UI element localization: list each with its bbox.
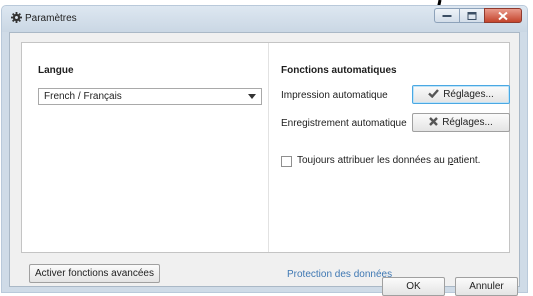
panel-divider: [268, 43, 269, 252]
title-bar[interactable]: Paramètres: [2, 6, 527, 32]
auto-functions-heading: Fonctions automatiques: [281, 65, 397, 76]
chevron-down-icon: [248, 94, 256, 99]
minimize-button[interactable]: [434, 8, 459, 23]
minimize-icon: [442, 14, 452, 17]
auto-print-label: Impression automatique: [281, 90, 388, 101]
auto-save-settings-button-label: Réglages...: [442, 117, 493, 128]
auto-save-settings-button[interactable]: Réglages...: [412, 113, 510, 132]
settings-window: Paramètres Langue French / Français Fonc…: [1, 5, 528, 296]
close-button[interactable]: [484, 8, 522, 23]
cancel-button[interactable]: Annuler: [455, 277, 518, 296]
settings-panel: Langue French / Français Fonctions autom…: [21, 42, 510, 253]
auto-print-settings-button-label: Réglages...: [443, 89, 494, 100]
ok-button[interactable]: OK: [382, 277, 445, 296]
activate-advanced-functions-button-label: Activer fonctions avancées: [35, 268, 154, 279]
close-icon: [498, 11, 508, 20]
maximize-icon: [467, 11, 477, 20]
maximize-button[interactable]: [459, 8, 484, 23]
gear-icon: [11, 12, 22, 23]
window-controls: [434, 8, 522, 24]
data-protection-link[interactable]: Protection des données: [287, 269, 392, 280]
always-assign-label[interactable]: Toujours attribuer les données au patien…: [297, 155, 480, 166]
cross-icon: [429, 117, 439, 126]
always-assign-checkbox[interactable]: [281, 156, 292, 167]
always-assign-label-text: Toujours attribuer les données au: [297, 155, 448, 166]
activate-advanced-functions-button[interactable]: Activer fonctions avancées: [29, 264, 160, 283]
language-heading: Langue: [38, 65, 74, 76]
ok-button-label: OK: [406, 281, 421, 292]
always-assign-label-text-end: atient.: [453, 155, 481, 166]
window-title: Paramètres: [25, 13, 77, 24]
cancel-button-label: Annuler: [469, 281, 504, 292]
auto-print-settings-button[interactable]: Réglages...: [412, 85, 510, 104]
language-select[interactable]: French / Français: [38, 88, 262, 105]
checkmark-icon: [428, 89, 440, 98]
auto-save-label: Enregistrement automatique: [281, 118, 407, 129]
dialog-body: Langue French / Français Fonctions autom…: [9, 32, 520, 296]
language-select-value: French / Français: [44, 91, 122, 102]
